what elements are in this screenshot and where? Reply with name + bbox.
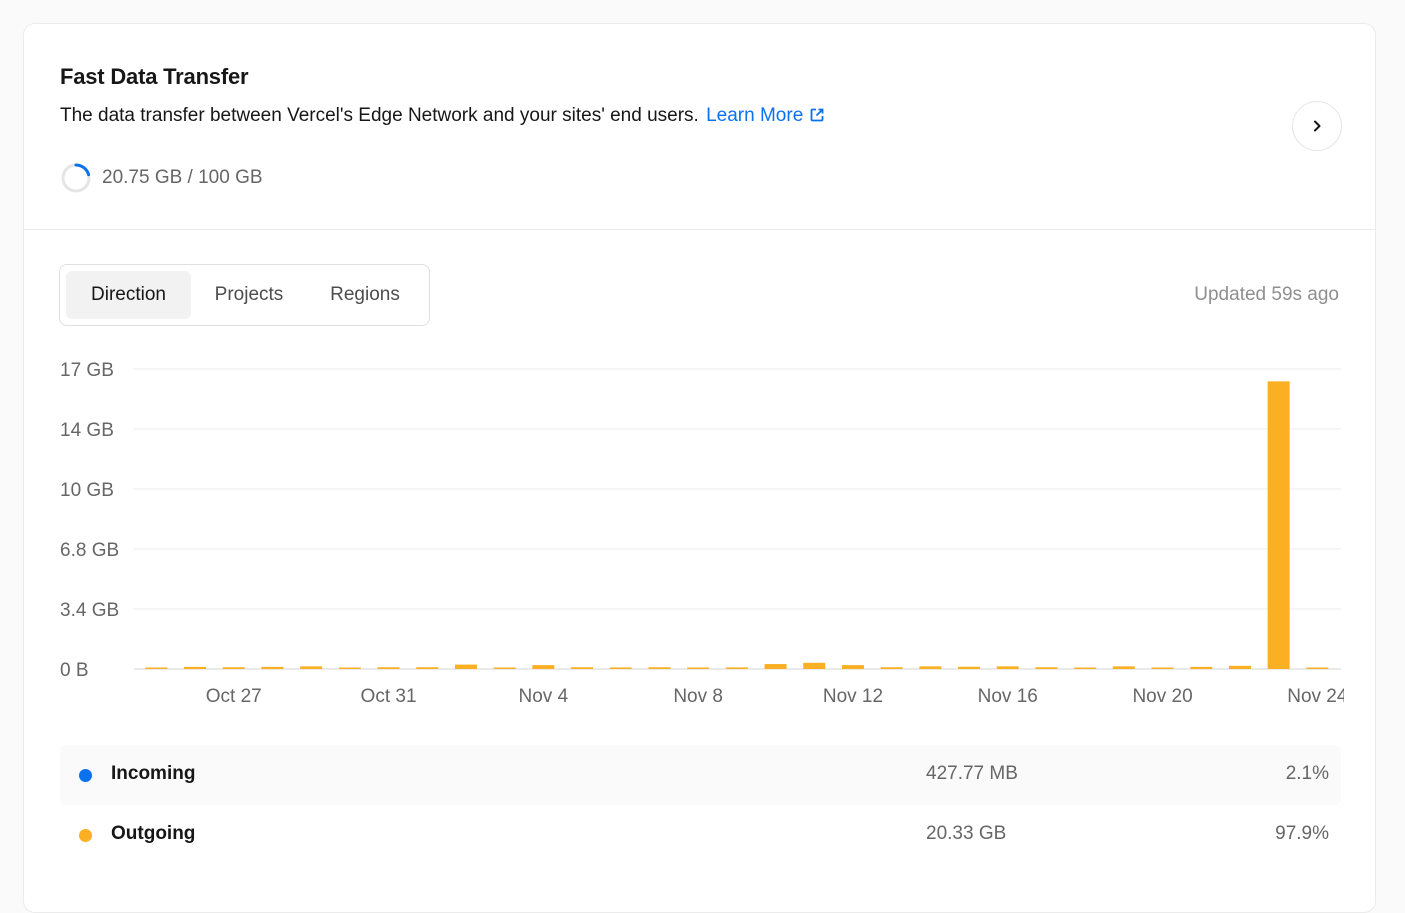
y-tick-label: 17 GB xyxy=(60,360,114,381)
usage-text: 20.75 GB / 100 GB xyxy=(102,167,263,188)
chart-bar xyxy=(261,666,284,669)
legend-name: Outgoing xyxy=(111,823,196,844)
chart-bar xyxy=(1267,381,1290,669)
chart-bar xyxy=(532,665,555,669)
chart-bar xyxy=(184,666,207,669)
x-tick-label: Nov 16 xyxy=(978,686,1038,707)
card-title: Fast Data Transfer xyxy=(60,64,249,89)
learn-more-label: Learn More xyxy=(706,105,804,126)
outgoing-dot-icon xyxy=(79,829,92,842)
y-tick-label: 3.4 GB xyxy=(60,600,119,621)
learn-more-link[interactable]: Learn More xyxy=(706,105,825,126)
chart-bar xyxy=(841,665,864,669)
chart-bar xyxy=(996,666,1019,669)
y-tick-label: 0 B xyxy=(60,660,89,681)
y-tick-label: 6.8 GB xyxy=(60,540,119,561)
tab-regions[interactable]: Regions xyxy=(307,271,423,319)
legend-value: 20.33 GB xyxy=(926,823,1007,844)
view-tabs: Direction Projects Regions xyxy=(59,264,430,326)
card-description: The data transfer between Vercel's Edge … xyxy=(60,105,825,127)
y-tick-label: 10 GB xyxy=(60,480,114,501)
legend-name: Incoming xyxy=(111,763,196,784)
expand-button[interactable] xyxy=(1292,101,1342,151)
tab-direction[interactable]: Direction xyxy=(66,271,191,319)
chart-bar xyxy=(609,667,632,669)
fast-data-transfer-card: Fast Data Transfer The data transfer bet… xyxy=(23,23,1376,913)
updated-timestamp: Updated 59s ago xyxy=(1194,284,1339,305)
chart-bar xyxy=(1190,666,1213,669)
usage-indicator: 20.75 GB / 100 GB xyxy=(60,162,263,194)
chart-bar xyxy=(1074,667,1097,669)
chart-bar xyxy=(493,667,516,669)
x-tick-label: Nov 4 xyxy=(519,686,569,707)
x-tick-label: Nov 24 xyxy=(1287,686,1344,707)
legend-percent: 2.1% xyxy=(1285,763,1329,784)
legend-row-incoming: Incoming 427.77 MB 2.1% xyxy=(60,745,1341,805)
chart-bar xyxy=(338,667,361,669)
external-link-icon xyxy=(810,108,824,122)
chart-bar xyxy=(1151,667,1174,669)
chart-bar xyxy=(725,667,748,669)
chart-bar xyxy=(1306,667,1329,669)
chevron-right-icon xyxy=(1314,120,1321,132)
description-text: The data transfer between Vercel's Edge … xyxy=(60,105,699,126)
usage-ring-icon xyxy=(61,163,91,193)
transfer-bar-chart: 0 B 3.4 GB 6.8 GB 10 GB 14 GB 17 GB Oct 27 Oct … xyxy=(60,360,1344,707)
card-header: Fast Data Transfer The data transfer bet… xyxy=(24,24,1375,230)
incoming-dot-icon xyxy=(79,769,92,782)
chart-bar xyxy=(300,666,323,669)
x-tick-label: Nov 8 xyxy=(673,686,723,707)
legend-row-outgoing: Outgoing 20.33 GB 97.9% xyxy=(60,805,1341,865)
chart-bar xyxy=(919,666,942,669)
legend-value: 427.77 MB xyxy=(926,763,1018,784)
chart-bar xyxy=(958,666,981,669)
y-tick-label: 14 GB xyxy=(60,420,114,441)
x-tick-label: Nov 20 xyxy=(1132,686,1192,707)
chart-bar xyxy=(1035,667,1058,669)
chart-bar xyxy=(803,662,826,669)
x-tick-label: Oct 27 xyxy=(206,686,262,707)
chart-bar xyxy=(377,667,400,669)
chart-bar xyxy=(222,667,245,669)
chart-bar xyxy=(764,664,787,669)
chart-bar xyxy=(454,664,477,669)
chart-bar xyxy=(416,667,439,669)
chart-bar xyxy=(1228,665,1251,669)
tab-projects[interactable]: Projects xyxy=(191,271,307,319)
x-tick-label: Nov 12 xyxy=(823,686,883,707)
chart-bar xyxy=(571,667,594,669)
chart-bar xyxy=(648,667,671,669)
chart-bar xyxy=(687,667,710,669)
chart-bar xyxy=(880,667,903,669)
legend-percent: 97.9% xyxy=(1275,823,1329,844)
chart-bar xyxy=(145,667,168,669)
x-tick-label: Oct 31 xyxy=(361,686,417,707)
chart-bar xyxy=(1112,666,1135,669)
